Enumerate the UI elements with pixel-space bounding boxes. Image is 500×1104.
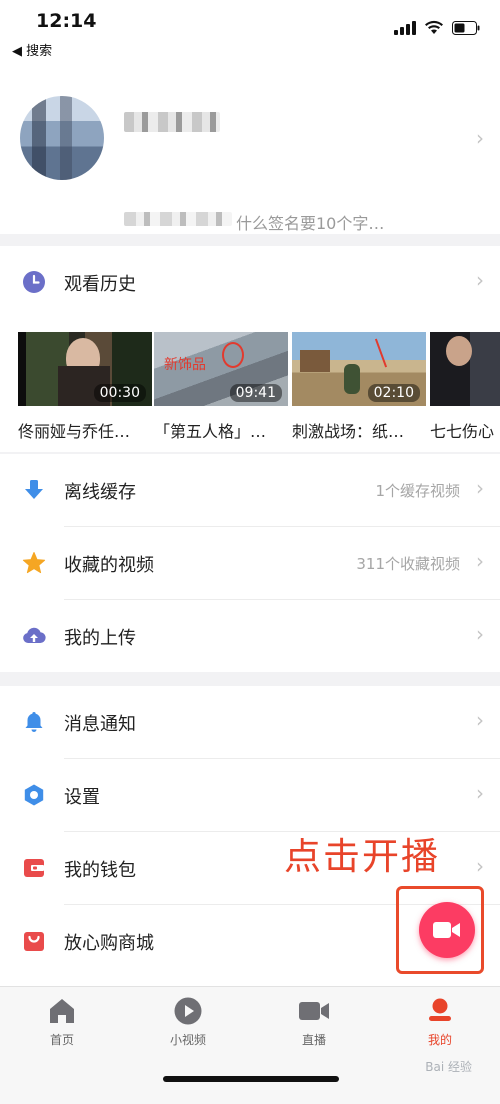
menu-label: 放心购商城 (64, 933, 154, 954)
status-bar: 12:14 ◀ 搜索 (0, 0, 500, 64)
bottom-tab-bar: 首页 小视频 直播 我的 (0, 986, 500, 1104)
tab-label: 小视频 (169, 1033, 206, 1047)
bell-icon (22, 710, 46, 734)
gear-hexagon-icon (22, 783, 46, 807)
video-duration: 00:30 (93, 384, 146, 402)
chevron-right-icon: › (476, 854, 484, 878)
thumbnail-image: 00:30 (18, 332, 152, 406)
history-item[interactable]: 七七伤心 (430, 332, 500, 442)
tab-home[interactable]: 首页 (22, 995, 102, 1048)
chevron-right-icon: › (476, 268, 484, 292)
menu-label: 消息通知 (64, 714, 136, 735)
tab-label: 直播 (301, 1033, 326, 1047)
chevron-right-icon: › (476, 708, 484, 732)
tab-live[interactable]: 直播 (274, 995, 354, 1048)
watch-history-title: 观看历史 (64, 274, 136, 295)
start-live-button[interactable] (419, 902, 475, 958)
wallet-icon (22, 856, 46, 880)
tab-label: 我的 (427, 1033, 452, 1047)
cellular-signal-icon (394, 20, 416, 35)
thumbnail-face (446, 336, 472, 366)
status-time: 12:14 (36, 10, 97, 32)
thumbnail-building (300, 350, 330, 372)
tab-label: 首页 (49, 1033, 74, 1047)
thumbnail-overlay-text: 新饰品 (164, 357, 206, 373)
menu-label: 设置 (64, 787, 100, 808)
video-duration: 02:10 (367, 384, 420, 402)
history-item[interactable]: 00:30 佟丽娅与乔任… (18, 332, 152, 442)
profile-signature: 什么签名要10个字… (236, 214, 385, 233)
play-circle-icon (172, 995, 204, 1027)
favorite-videos-row[interactable]: 收藏的视频 311个收藏视频 › (0, 527, 500, 599)
chevron-right-icon: › (476, 622, 484, 646)
wifi-icon (424, 20, 444, 35)
thumbnail-image: 02:10 (292, 332, 426, 406)
watch-history-row[interactable]: 观看历史 › (0, 246, 500, 318)
star-icon (22, 551, 46, 575)
menu-sub-text: 1个缓存视频 (375, 482, 460, 500)
offline-cache-row[interactable]: 离线缓存 1个缓存视频 › (0, 454, 500, 526)
chevron-right-icon: › (476, 126, 484, 150)
clock-icon (22, 270, 46, 294)
tutorial-annotation: 点击开播 (284, 835, 440, 878)
watch-history-section: 观看历史 › 00:30 佟丽娅与乔任… 新饰品 09:41 「第五人格」… 0… (0, 246, 500, 452)
battery-icon (452, 20, 480, 35)
video-camera-icon (298, 995, 330, 1027)
chevron-right-icon: › (476, 476, 484, 500)
settings-row[interactable]: 设置 › (0, 759, 500, 831)
signature-blurred-prefix (124, 212, 232, 226)
profile-card[interactable]: 什么签名要10个字… › (0, 64, 500, 234)
thumbnail-circle-mark (222, 342, 244, 368)
my-uploads-row[interactable]: 我的上传 › (0, 600, 500, 672)
menu-label: 收藏的视频 (64, 555, 154, 576)
notifications-row[interactable]: 消息通知 › (0, 686, 500, 758)
tab-me[interactable]: 我的 (400, 995, 480, 1048)
history-item[interactable]: 新饰品 09:41 「第五人格」… (154, 332, 288, 442)
download-arrow-icon (22, 478, 46, 502)
watermark: Bai 经验 (425, 1060, 472, 1074)
thumbnail-image: 新饰品 09:41 (154, 332, 288, 406)
house-icon (46, 995, 78, 1027)
thumbnail-red-arrow (374, 338, 388, 368)
avatar[interactable] (20, 96, 104, 180)
menu-label: 离线缓存 (64, 482, 136, 503)
thumbnail-image (430, 332, 500, 406)
video-caption: 七七伤心 (430, 422, 495, 441)
chevron-right-icon: › (476, 549, 484, 573)
tab-short-video[interactable]: 小视频 (148, 995, 228, 1048)
video-caption: 刺激战场：纸… (292, 422, 405, 441)
cloud-upload-icon (22, 624, 46, 648)
thumbnail-soldier (344, 364, 360, 394)
video-menu-section: 离线缓存 1个缓存视频 › 收藏的视频 311个收藏视频 › 我的上传 › (0, 454, 500, 672)
chevron-right-icon: › (476, 781, 484, 805)
video-caption: 佟丽娅与乔任… (18, 422, 131, 441)
menu-label: 我的钱包 (64, 860, 136, 881)
status-icons (394, 20, 480, 35)
history-item[interactable]: 02:10 刺激战场：纸… (292, 332, 426, 442)
history-thumbnails: 00:30 佟丽娅与乔任… 新饰品 09:41 「第五人格」… 02:10 刺激… (18, 332, 500, 442)
video-camera-icon (433, 922, 460, 938)
video-duration: 09:41 (229, 384, 282, 402)
back-to-search-link[interactable]: ◀ 搜索 (12, 40, 52, 59)
profile-name (124, 112, 220, 132)
user-icon (424, 995, 456, 1027)
home-indicator[interactable] (163, 1076, 339, 1082)
shopping-bag-icon (22, 929, 46, 953)
video-caption: 「第五人格」… (154, 422, 267, 441)
menu-label: 我的上传 (64, 628, 136, 649)
menu-sub-text: 311个收藏视频 (356, 555, 460, 573)
